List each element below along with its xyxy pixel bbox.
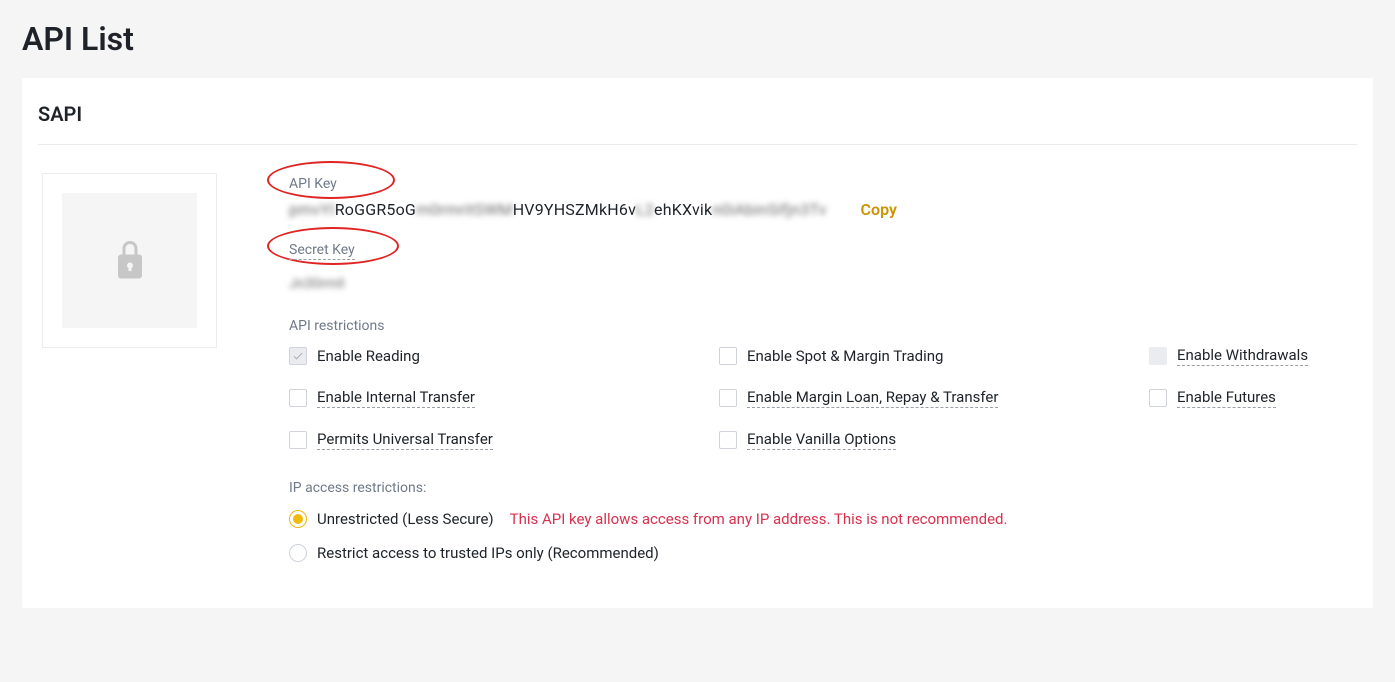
api-key-value: pmvYIRoGGR5oGm0rmritSWMHV9YHSZMkH6vL2ehK… bbox=[289, 200, 827, 219]
radio-icon bbox=[289, 544, 307, 562]
restriction-label: Enable Futures bbox=[1177, 388, 1276, 408]
restriction-checkbox[interactable]: Enable Futures bbox=[1149, 388, 1357, 408]
restriction-label: Enable Spot & Margin Trading bbox=[747, 347, 943, 365]
api-card: SAPI API Key pmvYIRoGGR5oGm0rmritSWMHV9Y… bbox=[22, 78, 1373, 608]
api-key-label: API Key bbox=[289, 176, 337, 192]
secret-key-label: Secret Key bbox=[289, 242, 355, 260]
ip-option-unrestricted[interactable]: Unrestricted (Less Secure) This API key … bbox=[289, 510, 1357, 528]
checkbox-icon bbox=[289, 431, 307, 449]
restriction-checkbox[interactable]: Permits Universal Transfer bbox=[289, 430, 719, 450]
checkbox-icon bbox=[719, 347, 737, 365]
ip-warning: This API key allows access from any IP a… bbox=[510, 510, 1008, 528]
api-key-seg: m0rmritSWM bbox=[416, 200, 513, 219]
checkbox-icon bbox=[1149, 347, 1167, 365]
api-key-seg: L2 bbox=[636, 200, 654, 219]
api-key-seg: n0iAbinSifjn3Tv bbox=[712, 200, 826, 219]
restriction-label: Enable Withdrawals bbox=[1177, 346, 1308, 366]
ip-option-restricted[interactable]: Restrict access to trusted IPs only (Rec… bbox=[289, 544, 1357, 562]
ip-option-label: Unrestricted (Less Secure) bbox=[317, 510, 494, 528]
restriction-checkbox[interactable]: Enable Spot & Margin Trading bbox=[719, 346, 1149, 366]
checkbox-icon bbox=[289, 347, 307, 365]
checkbox-icon bbox=[1149, 389, 1167, 407]
restrictions-title: API restrictions bbox=[289, 318, 1357, 334]
restriction-label: Permits Universal Transfer bbox=[317, 430, 493, 450]
radio-selected-icon bbox=[289, 510, 307, 528]
checkbox-icon bbox=[719, 389, 737, 407]
api-key-seg: HV9YHSZMkH6v bbox=[513, 200, 636, 219]
restriction-checkbox: Enable Reading bbox=[289, 346, 719, 366]
restriction-checkbox[interactable]: Enable Internal Transfer bbox=[289, 388, 719, 408]
qr-placeholder bbox=[42, 173, 217, 348]
page-title: API List bbox=[0, 0, 1395, 78]
api-key-seg: pmvYI bbox=[289, 200, 335, 219]
restriction-label: Enable Vanilla Options bbox=[747, 430, 896, 450]
restriction-label: Enable Reading bbox=[317, 347, 420, 365]
restriction-label: Enable Margin Loan, Repay & Transfer bbox=[747, 388, 998, 408]
checkbox-icon bbox=[289, 389, 307, 407]
lock-icon bbox=[112, 236, 148, 286]
restrictions-grid: Enable Reading Enable Spot & Margin Tradi… bbox=[289, 346, 1357, 450]
secret-key-value: Jn30rmII bbox=[289, 276, 1357, 292]
restriction-label: Enable Internal Transfer bbox=[317, 388, 475, 408]
api-entry: API Key pmvYIRoGGR5oGm0rmritSWMHV9YHSZMk… bbox=[38, 145, 1357, 578]
api-key-seg: ehKXvik bbox=[654, 200, 712, 219]
api-key-seg: RoGGR5oG bbox=[335, 200, 416, 219]
ip-restrictions-title: IP access restrictions: bbox=[289, 480, 1357, 496]
ip-option-label: Restrict access to trusted IPs only (Rec… bbox=[317, 544, 659, 562]
checkbox-icon bbox=[719, 431, 737, 449]
restriction-checkbox: Enable Withdrawals bbox=[1149, 346, 1357, 366]
copy-button[interactable]: Copy bbox=[861, 200, 897, 219]
api-name: SAPI bbox=[38, 102, 1357, 145]
restriction-checkbox[interactable]: Enable Margin Loan, Repay & Transfer bbox=[719, 388, 1149, 408]
restriction-checkbox[interactable]: Enable Vanilla Options bbox=[719, 430, 1149, 450]
